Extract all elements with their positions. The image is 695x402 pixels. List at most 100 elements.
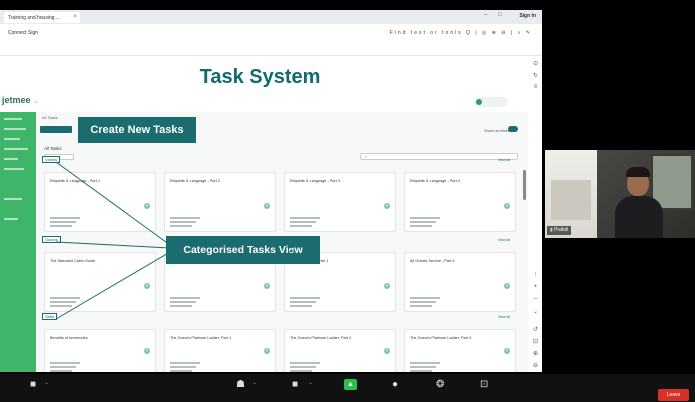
add-icon[interactable]: +: [384, 348, 390, 354]
task-card[interactable]: Etiquette & Language - Part 1 +: [44, 172, 156, 232]
card-meta-line: [50, 301, 76, 303]
sidebar-item[interactable]: [4, 168, 24, 170]
meeting-window: Training and housing ... × – □ Sign In C…: [0, 0, 695, 402]
video-camera-icon[interactable]: ■: [30, 380, 36, 390]
sidebar-item[interactable]: [4, 118, 22, 120]
task-card[interactable]: The Guest's Platinum Ladder, Part 2 +: [284, 329, 396, 372]
task-card-title: Etiquette & Language - Part 4: [410, 179, 461, 183]
add-icon[interactable]: +: [384, 283, 390, 289]
viewer-side-tools: ⊙ ↻ ≡ ↑ • – ⌄ ↺ ⊡ ⊕ ⊖: [529, 56, 542, 372]
sidebar-item[interactable]: [4, 128, 26, 130]
chevron-down-icon[interactable]: ⌄: [532, 308, 539, 315]
zoom-in-icon[interactable]: ⊕: [532, 350, 539, 357]
card-meta-line: [170, 366, 196, 368]
participants-icon[interactable]: ☗: [236, 380, 245, 390]
sidebar-item[interactable]: [4, 158, 18, 160]
card-meta-line: [170, 305, 192, 307]
toolbar-right-tools[interactable]: Find text or tools Q | ◎ ⊕ ⊖ | ⌕ ✎: [390, 30, 532, 36]
zoom-out-icon[interactable]: ⊖: [532, 362, 539, 369]
view-all-link[interactable]: View all: [498, 315, 510, 319]
menu-icon[interactable]: ≡: [532, 84, 539, 90]
card-meta-line: [50, 366, 76, 368]
sign-in-link[interactable]: Sign In: [519, 13, 536, 19]
callout-create-new-tasks: Create New Tasks: [78, 117, 196, 143]
minimize-icon[interactable]: –: [484, 12, 487, 18]
task-card[interactable]: The Guest's Platinum Ladder, Part 1 +: [164, 329, 276, 372]
chevron-up-icon[interactable]: ⌃: [252, 382, 257, 389]
card-meta-line: [290, 301, 316, 303]
add-icon[interactable]: +: [264, 283, 270, 289]
add-icon[interactable]: +: [504, 348, 510, 354]
dash-icon[interactable]: –: [532, 296, 539, 302]
profile-chip[interactable]: [474, 97, 508, 107]
task-card[interactable]: Etiquette & Language - Part 3 +: [284, 172, 396, 232]
participant-video[interactable]: ▮ Prafull: [545, 150, 695, 238]
add-icon[interactable]: +: [144, 203, 150, 209]
refresh-icon[interactable]: ↻: [532, 72, 539, 79]
browser-tab[interactable]: Training and housing ... ×: [4, 12, 80, 23]
participant-name: Prafull: [554, 227, 569, 233]
view-all-link[interactable]: View all: [498, 238, 510, 242]
card-meta-line: [170, 362, 200, 364]
sidebar-item[interactable]: [4, 198, 22, 200]
record-icon[interactable]: ●: [392, 380, 398, 390]
maximize-icon[interactable]: □: [498, 12, 502, 18]
sidebar-item[interactable]: [4, 138, 20, 140]
search-input[interactable]: ⌕: [360, 153, 518, 160]
shared-screen: Training and housing ... × – □ Sign In C…: [0, 10, 542, 372]
card-meta-line: [50, 217, 80, 219]
task-card-title: Etiquette & Language - Part 3: [290, 179, 341, 183]
archived-toggle[interactable]: [508, 126, 518, 132]
card-meta-line: [50, 221, 76, 223]
add-icon[interactable]: +: [264, 348, 270, 354]
tab-close-icon[interactable]: ×: [73, 14, 77, 20]
task-card-title: Etiquette & Language - Part 2: [170, 179, 221, 183]
reactions-icon[interactable]: ❂: [436, 380, 444, 390]
view-all-link[interactable]: View all: [498, 158, 510, 162]
chevron-up-icon[interactable]: ⌃: [308, 382, 313, 389]
add-icon[interactable]: +: [504, 283, 510, 289]
add-icon[interactable]: +: [264, 203, 270, 209]
create-task-button[interactable]: [40, 126, 72, 133]
scrollbar[interactable]: [523, 170, 526, 200]
task-card[interactable]: All Guests Service - Part 5 +: [404, 252, 516, 312]
chevron-up-icon[interactable]: ⌃: [44, 382, 49, 389]
avatar: [476, 99, 482, 105]
category-label: Guides: [42, 236, 61, 243]
leave-button[interactable]: Leave: [658, 389, 689, 401]
tab-title: Training and housing ...: [8, 15, 61, 21]
rotate-icon[interactable]: ↺: [532, 326, 539, 333]
card-meta-line: [410, 305, 432, 307]
video-background-panel: [551, 180, 591, 220]
card-meta-line: [170, 297, 200, 299]
search-icon: ⌕: [365, 154, 368, 159]
task-card[interactable]: The Standard Cabin Guide +: [44, 252, 156, 312]
add-icon[interactable]: +: [144, 348, 150, 354]
card-meta-line: [410, 217, 440, 219]
share-screen-icon[interactable]: ▲: [344, 379, 357, 390]
chat-bubble-icon[interactable]: ■: [292, 380, 298, 390]
add-icon[interactable]: +: [384, 203, 390, 209]
pin-icon[interactable]: ↑: [532, 272, 539, 278]
task-card[interactable]: Etiquette & Language - Part 4 +: [404, 172, 516, 232]
add-icon[interactable]: +: [504, 203, 510, 209]
task-card[interactable]: The Guest's Platinum Ladder, Part 3 +: [404, 329, 516, 372]
breadcrumb: All Tasks: [42, 115, 58, 120]
viewer-toolbar: Connect Sign Find text or tools Q | ◎ ⊕ …: [0, 24, 542, 56]
sidebar-item[interactable]: [4, 148, 28, 150]
card-meta-line: [410, 297, 440, 299]
chat-icon[interactable]: ⊙: [532, 60, 539, 67]
participant-body: [615, 196, 663, 238]
task-card-title: Etiquette & Language - Part 1: [50, 179, 101, 183]
dot-icon[interactable]: •: [532, 284, 539, 290]
apps-icon[interactable]: ⊡: [480, 380, 488, 390]
category-label: Skills: [42, 313, 58, 320]
task-card[interactable]: Etiquette & Language - Part 2 +: [164, 172, 276, 232]
sidebar-item[interactable]: [4, 218, 18, 220]
toolbar-left-actions[interactable]: Connect Sign: [8, 30, 38, 36]
task-card[interactable]: Benefits of Inventories +: [44, 329, 156, 372]
task-card-title: The Guest's Platinum Ladder, Part 1: [170, 336, 232, 340]
fit-icon[interactable]: ⊡: [532, 338, 539, 345]
card-meta-line: [50, 305, 72, 307]
add-icon[interactable]: +: [144, 283, 150, 289]
